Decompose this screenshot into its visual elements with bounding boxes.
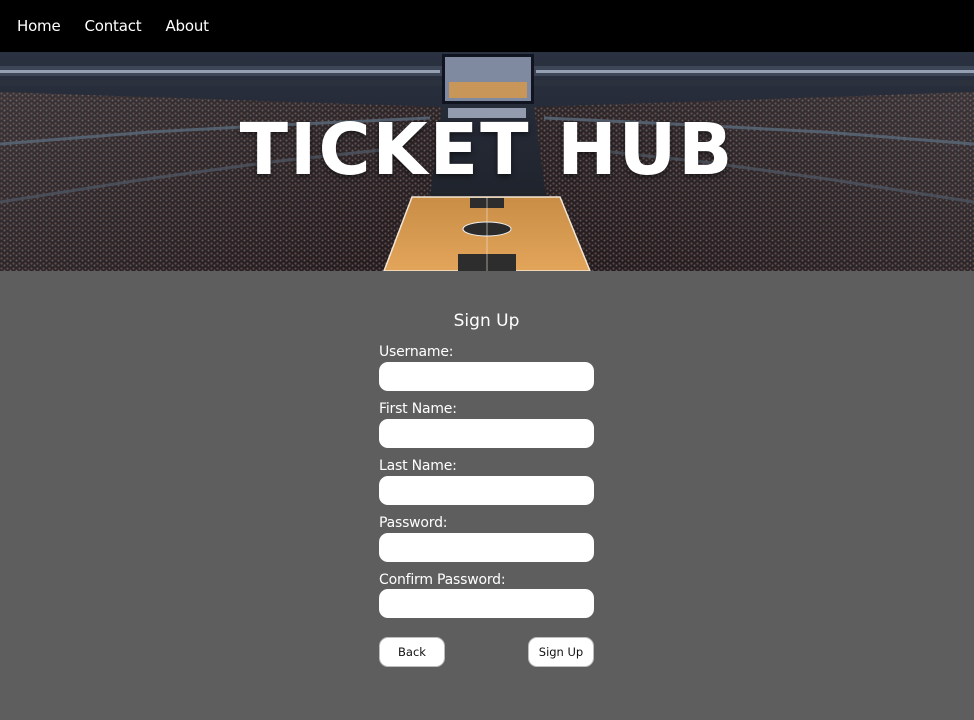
- sign-up-button[interactable]: Sign Up: [528, 637, 594, 667]
- last-name-label: Last Name:: [379, 458, 457, 474]
- nav-link-about[interactable]: About: [165, 17, 209, 35]
- hero-banner: TICKET HUB: [0, 52, 974, 271]
- confirm-password-input[interactable]: [379, 589, 594, 618]
- last-name-input[interactable]: [379, 476, 594, 505]
- username-input[interactable]: [379, 362, 594, 391]
- confirm-password-label: Confirm Password:: [379, 572, 506, 588]
- top-navigation-bar: Home Contact About: [0, 0, 974, 52]
- back-button[interactable]: Back: [379, 637, 445, 667]
- password-input[interactable]: [379, 533, 594, 562]
- form-title: Sign Up: [453, 311, 520, 331]
- password-label: Password:: [379, 515, 448, 531]
- site-title: TICKET HUB: [239, 108, 735, 191]
- first-name-label: First Name:: [379, 401, 457, 417]
- nav-link-home[interactable]: Home: [17, 17, 61, 35]
- username-label: Username:: [379, 344, 454, 360]
- nav-link-contact[interactable]: Contact: [85, 17, 142, 35]
- first-name-input[interactable]: [379, 419, 594, 448]
